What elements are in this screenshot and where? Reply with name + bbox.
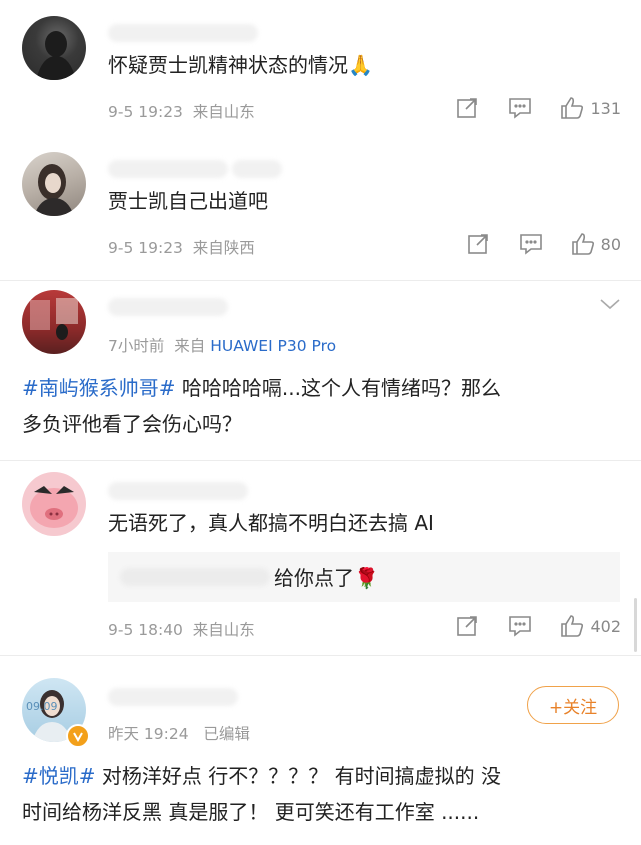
comment-icon — [519, 234, 542, 255]
hashtag-link[interactable]: #南屿猴系帅哥# — [22, 376, 176, 400]
hashtag-link[interactable]: #悦凯# — [22, 764, 96, 788]
post-text-line-1: 对杨洋好点 行不？？？？ 有时间搞虚拟的 没 — [95, 764, 501, 788]
timestamp: 7小时前 — [108, 337, 165, 355]
source-device-link[interactable]: HUAWEI P30 Pro — [210, 337, 336, 355]
chevron-down-icon[interactable] — [598, 296, 622, 312]
avatar-portrait-icon — [34, 164, 74, 216]
comment-actions: 80 — [467, 232, 621, 256]
divider — [0, 280, 641, 281]
location: 来自陕西 — [192, 239, 255, 257]
timestamp: 昨天 19:24 — [108, 725, 189, 743]
share-icon — [467, 234, 488, 254]
thumbs-up-icon — [561, 615, 584, 637]
reply-body: 给你点了 — [274, 566, 354, 590]
avatar-overlay-text: 09.09 — [26, 700, 58, 713]
post-meta: 昨天 19:24 已编辑 — [108, 722, 250, 744]
pig-face-icon — [30, 486, 78, 528]
post-text-line-2: 时间给杨洋反黑 真是服了！ 更可笑还有工作室 ...... — [22, 800, 480, 824]
comment-text: 怀疑贾士凯精神状态的情况🙏 — [108, 50, 373, 80]
like-button[interactable]: 80 — [571, 232, 621, 256]
verified-badge-icon — [66, 724, 90, 748]
username[interactable] — [108, 688, 238, 706]
location: 来自山东 — [192, 621, 255, 639]
avatar[interactable] — [22, 16, 86, 80]
like-button[interactable]: 131 — [560, 96, 621, 120]
post-text-line-1: 哈哈哈哈嗝...这个人有情绪吗？那么 — [175, 376, 501, 400]
edited-label: 已编辑 — [203, 725, 250, 743]
comment-text: 贾士凯自己出道吧 — [108, 189, 268, 213]
username[interactable] — [108, 24, 258, 42]
reply-button[interactable] — [519, 233, 543, 255]
timestamp: 9-5 18:40 — [108, 621, 183, 639]
source-prefix: 来自 — [174, 337, 206, 355]
comment-actions: 131 — [456, 96, 621, 120]
avatar-silhouette-icon — [36, 31, 76, 80]
comment-text: 无语死了，真人都搞不明白还去搞 AI — [108, 511, 434, 535]
comment-meta: 9-5 18:40 来自山东 — [108, 618, 255, 640]
comment-meta: 9-5 19:23 来自山东 — [108, 100, 255, 122]
share-icon — [457, 98, 478, 118]
avatar[interactable] — [22, 472, 86, 536]
share-button[interactable] — [456, 615, 478, 637]
reply-text: 给你点了🌹 — [274, 562, 379, 591]
post-meta: 7小时前 来自 HUAWEI P30 Pro — [108, 334, 336, 356]
user-badge — [232, 160, 282, 178]
location: 来自山东 — [192, 103, 255, 121]
share-button[interactable] — [456, 97, 478, 119]
username[interactable] — [108, 482, 248, 500]
post-text-line-2: 多负评他看了会伤心吗？ — [22, 412, 242, 436]
follow-button[interactable]: +关注 — [527, 686, 619, 724]
comment-meta: 9-5 19:23 来自陕西 — [108, 236, 255, 258]
avatar-photo-icon — [30, 298, 78, 340]
username[interactable] — [108, 298, 228, 316]
like-count: 80 — [600, 234, 621, 254]
comment-icon — [509, 616, 532, 637]
like-button[interactable]: 402 — [560, 614, 621, 638]
timestamp: 9-5 19:23 — [108, 103, 183, 121]
like-count: 131 — [590, 98, 621, 118]
comment-actions: 402 — [456, 614, 621, 638]
share-button[interactable] — [467, 233, 489, 255]
avatar[interactable] — [22, 152, 86, 216]
reply-button[interactable] — [508, 615, 532, 637]
reply-button[interactable] — [508, 97, 532, 119]
comment-body: 怀疑贾士凯精神状态的情况 — [108, 53, 348, 77]
username[interactable] — [108, 160, 228, 178]
divider — [0, 460, 641, 461]
reply-username — [120, 568, 270, 586]
pray-icon: 🙏 — [348, 53, 373, 77]
reply-preview[interactable]: 给你点了🌹 — [108, 552, 620, 602]
post-text: #悦凯# 对杨洋好点 行不？？？？ 有时间搞虚拟的 没 时间给杨洋反黑 真是服了… — [22, 758, 617, 830]
like-count: 402 — [590, 616, 621, 636]
thumbs-up-icon — [561, 97, 584, 119]
follow-label: +关注 — [548, 697, 598, 718]
comment-icon — [509, 98, 532, 119]
scrollbar[interactable] — [634, 598, 637, 652]
post-text: #南屿猴系帅哥# 哈哈哈哈嗝...这个人有情绪吗？那么 多负评他看了会伤心吗？ — [22, 370, 617, 442]
timestamp: 9-5 19:23 — [108, 239, 183, 257]
avatar[interactable] — [22, 290, 86, 354]
share-icon — [457, 616, 478, 636]
rose-icon: 🌹 — [354, 566, 379, 590]
divider — [0, 655, 641, 656]
thumbs-up-icon — [571, 233, 594, 255]
